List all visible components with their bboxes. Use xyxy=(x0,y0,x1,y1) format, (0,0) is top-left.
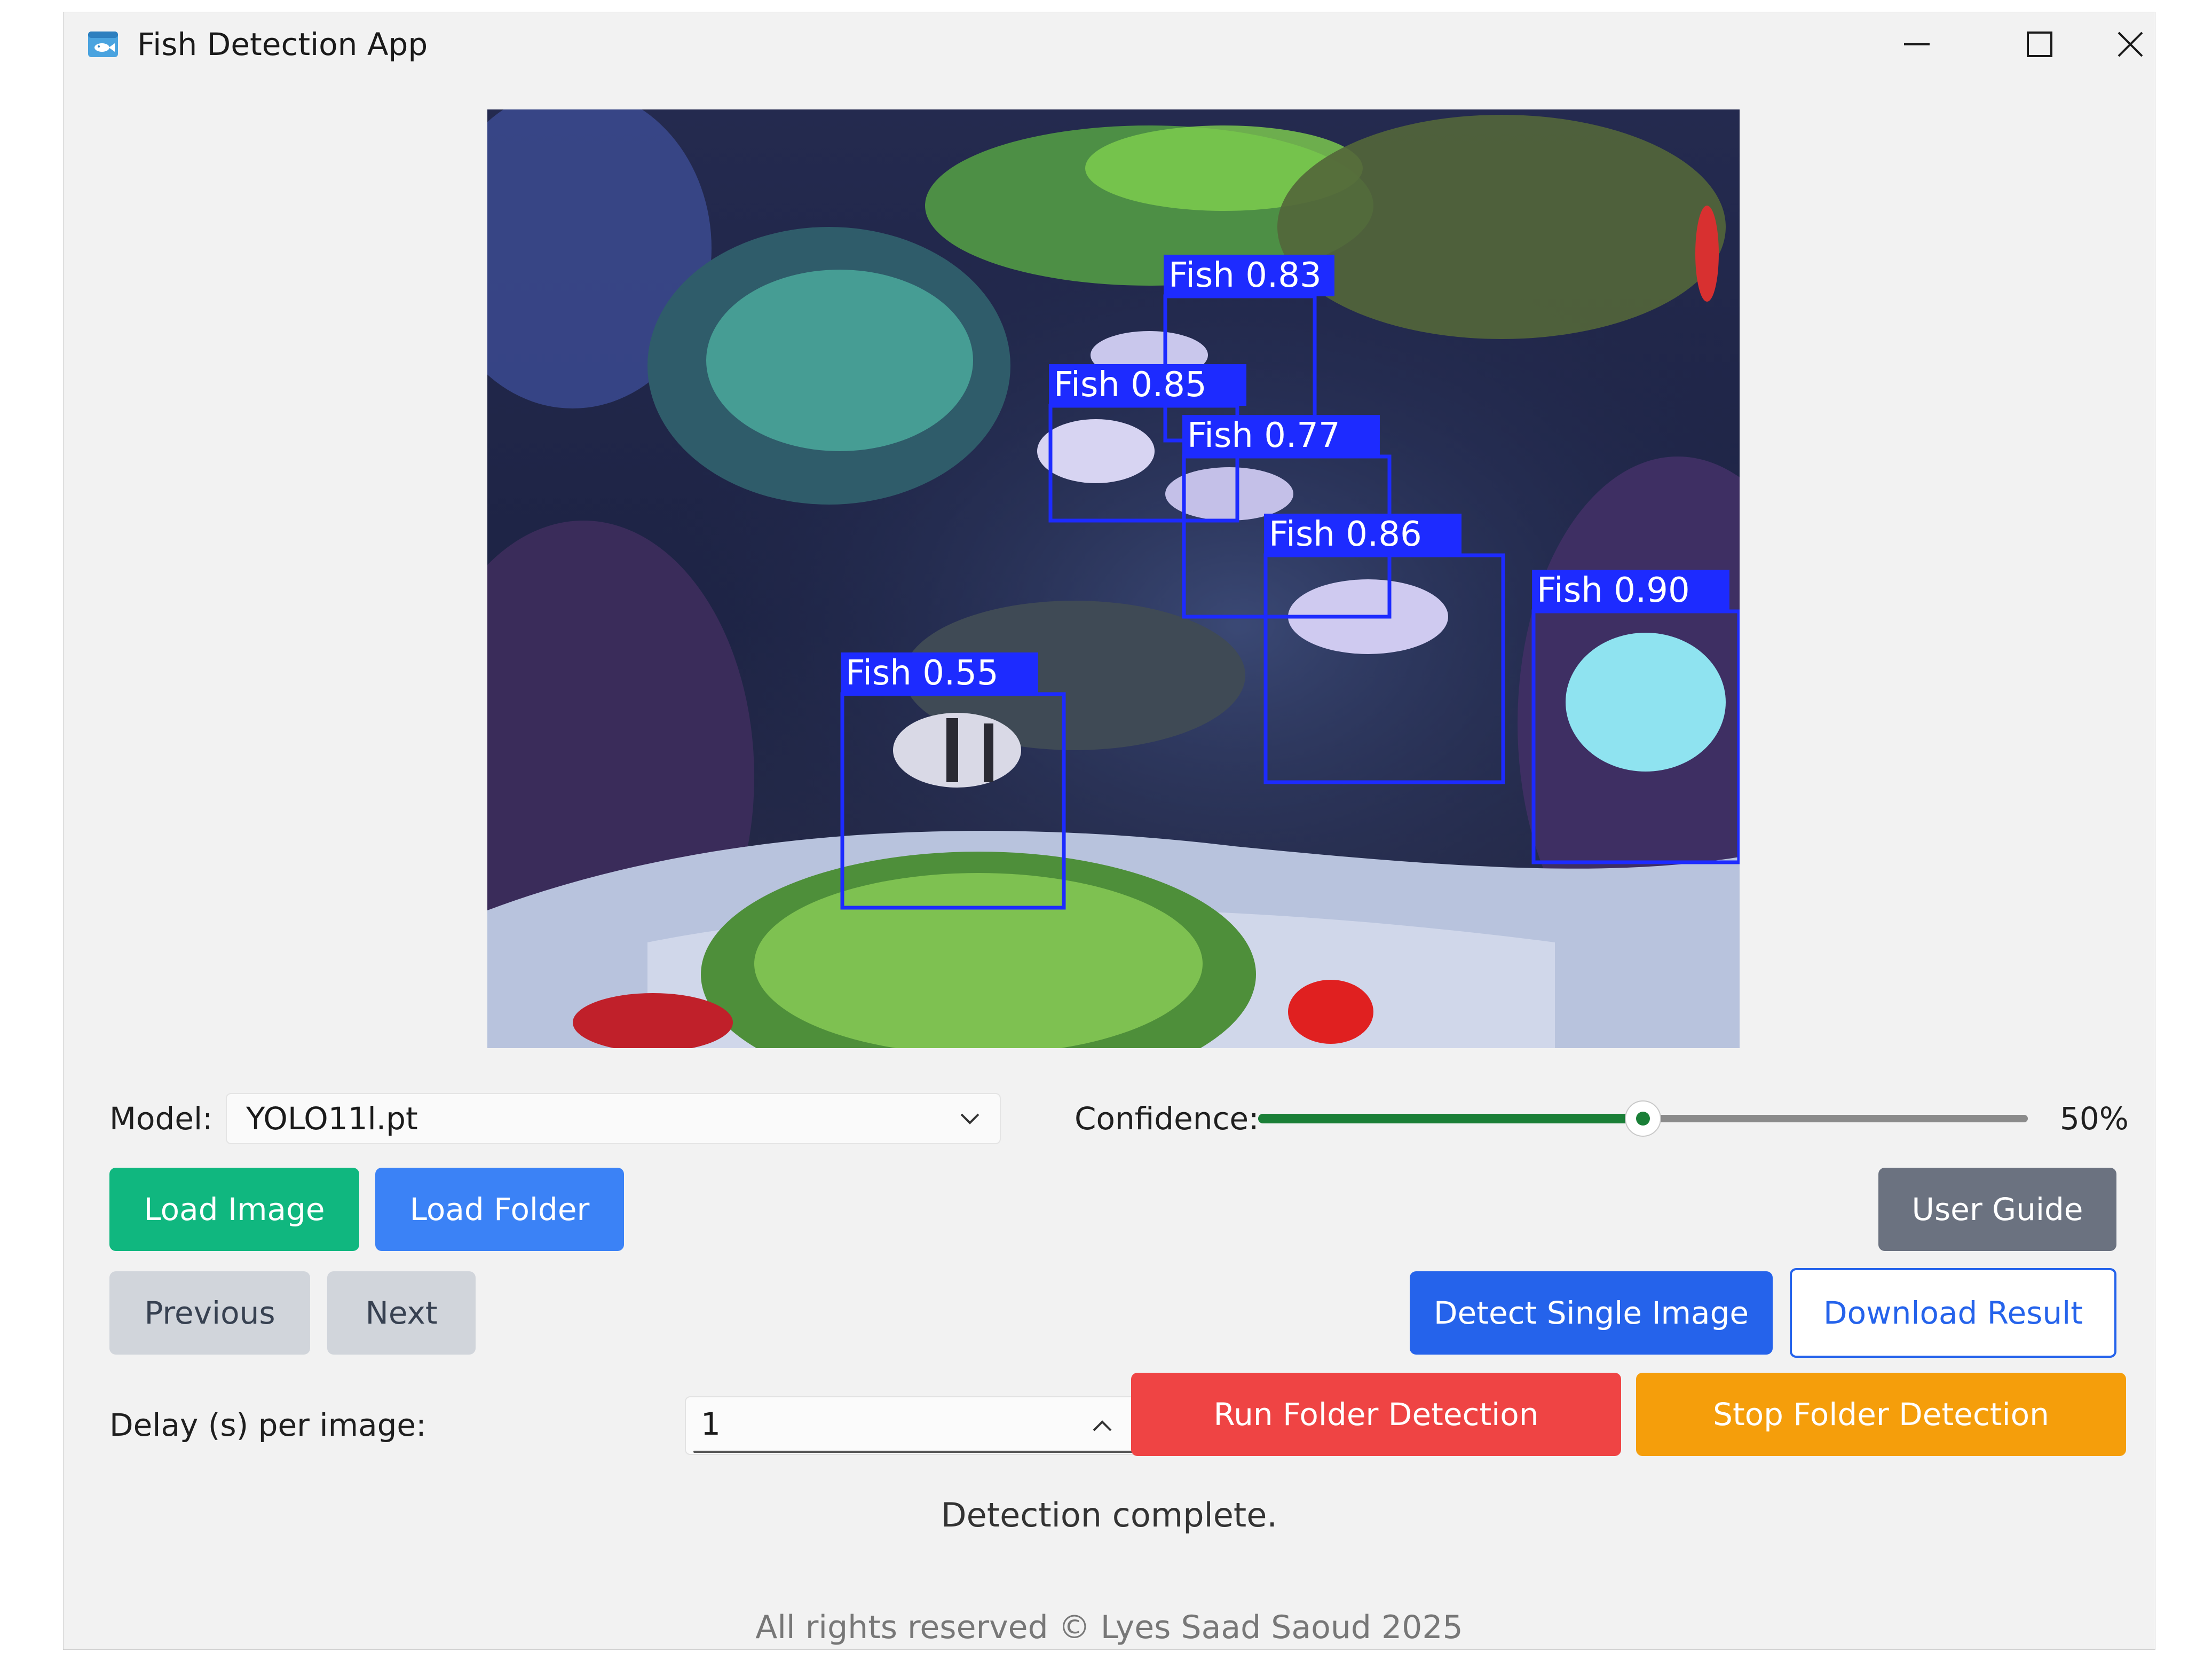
stop-folder-detection-button[interactable]: Stop Folder Detection xyxy=(1636,1373,2126,1456)
close-icon xyxy=(2118,32,2143,57)
user-guide-button[interactable]: User Guide xyxy=(1878,1168,2116,1251)
footer-copyright: All rights reserved © Lyes Saad Saoud 20… xyxy=(755,1609,1463,1646)
next-button[interactable]: Next xyxy=(327,1271,476,1355)
status-message: Detection complete. xyxy=(941,1496,1278,1535)
delay-label: Delay (s) per image: xyxy=(109,1407,426,1443)
maximize-icon xyxy=(2027,32,2052,57)
chevron-down-icon xyxy=(960,1113,979,1124)
detection-label: Fish 0.55 xyxy=(846,654,999,693)
detection-label: Fish 0.90 xyxy=(1537,571,1690,610)
confidence-value: 50% xyxy=(2060,1100,2129,1137)
title-bar: Fish Detection App xyxy=(64,12,2155,76)
confidence-slider[interactable] xyxy=(1258,1100,2028,1137)
close-button[interactable] xyxy=(2106,12,2155,76)
previous-button[interactable]: Previous xyxy=(109,1271,310,1355)
confidence-label: Confidence: xyxy=(1075,1100,1259,1137)
model-select[interactable]: YOLO11l.pt xyxy=(226,1093,1001,1144)
window-title: Fish Detection App xyxy=(137,26,428,62)
delay-spinbox[interactable]: 1 xyxy=(685,1396,1165,1455)
delay-value: 1 xyxy=(701,1406,721,1442)
minimize-button[interactable] xyxy=(1858,12,1976,76)
model-label: Model: xyxy=(109,1100,213,1137)
slider-thumb[interactable] xyxy=(1625,1100,1661,1137)
download-result-button[interactable]: Download Result xyxy=(1790,1268,2116,1358)
load-folder-button[interactable]: Load Folder xyxy=(375,1168,624,1251)
detection-label: Fish 0.77 xyxy=(1187,416,1340,455)
spinbox-underline xyxy=(693,1451,1157,1453)
load-image-button[interactable]: Load Image xyxy=(109,1168,359,1251)
detection-label: Fish 0.86 xyxy=(1269,515,1422,554)
run-folder-detection-button[interactable]: Run Folder Detection xyxy=(1131,1373,1621,1456)
slider-fill xyxy=(1258,1114,1643,1123)
model-select-value: YOLO11l.pt xyxy=(246,1100,418,1137)
detection-label: Fish 0.85 xyxy=(1054,365,1207,405)
detection-label: Fish 0.83 xyxy=(1168,256,1322,295)
detection-image: Fish 0.83 Fish 0.85 Fish 0.77 Fish 0.86 Fish… xyxy=(487,109,1740,1048)
app-window: Fish Detection App Fish 0.83 Fish 0.85 F… xyxy=(63,12,2155,1650)
maximize-button[interactable] xyxy=(1981,12,2098,76)
minimize-icon xyxy=(1904,43,1930,45)
fish-app-icon xyxy=(88,32,118,57)
detect-single-image-button[interactable]: Detect Single Image xyxy=(1410,1271,1773,1355)
chevron-up-icon[interactable] xyxy=(1087,1411,1117,1441)
